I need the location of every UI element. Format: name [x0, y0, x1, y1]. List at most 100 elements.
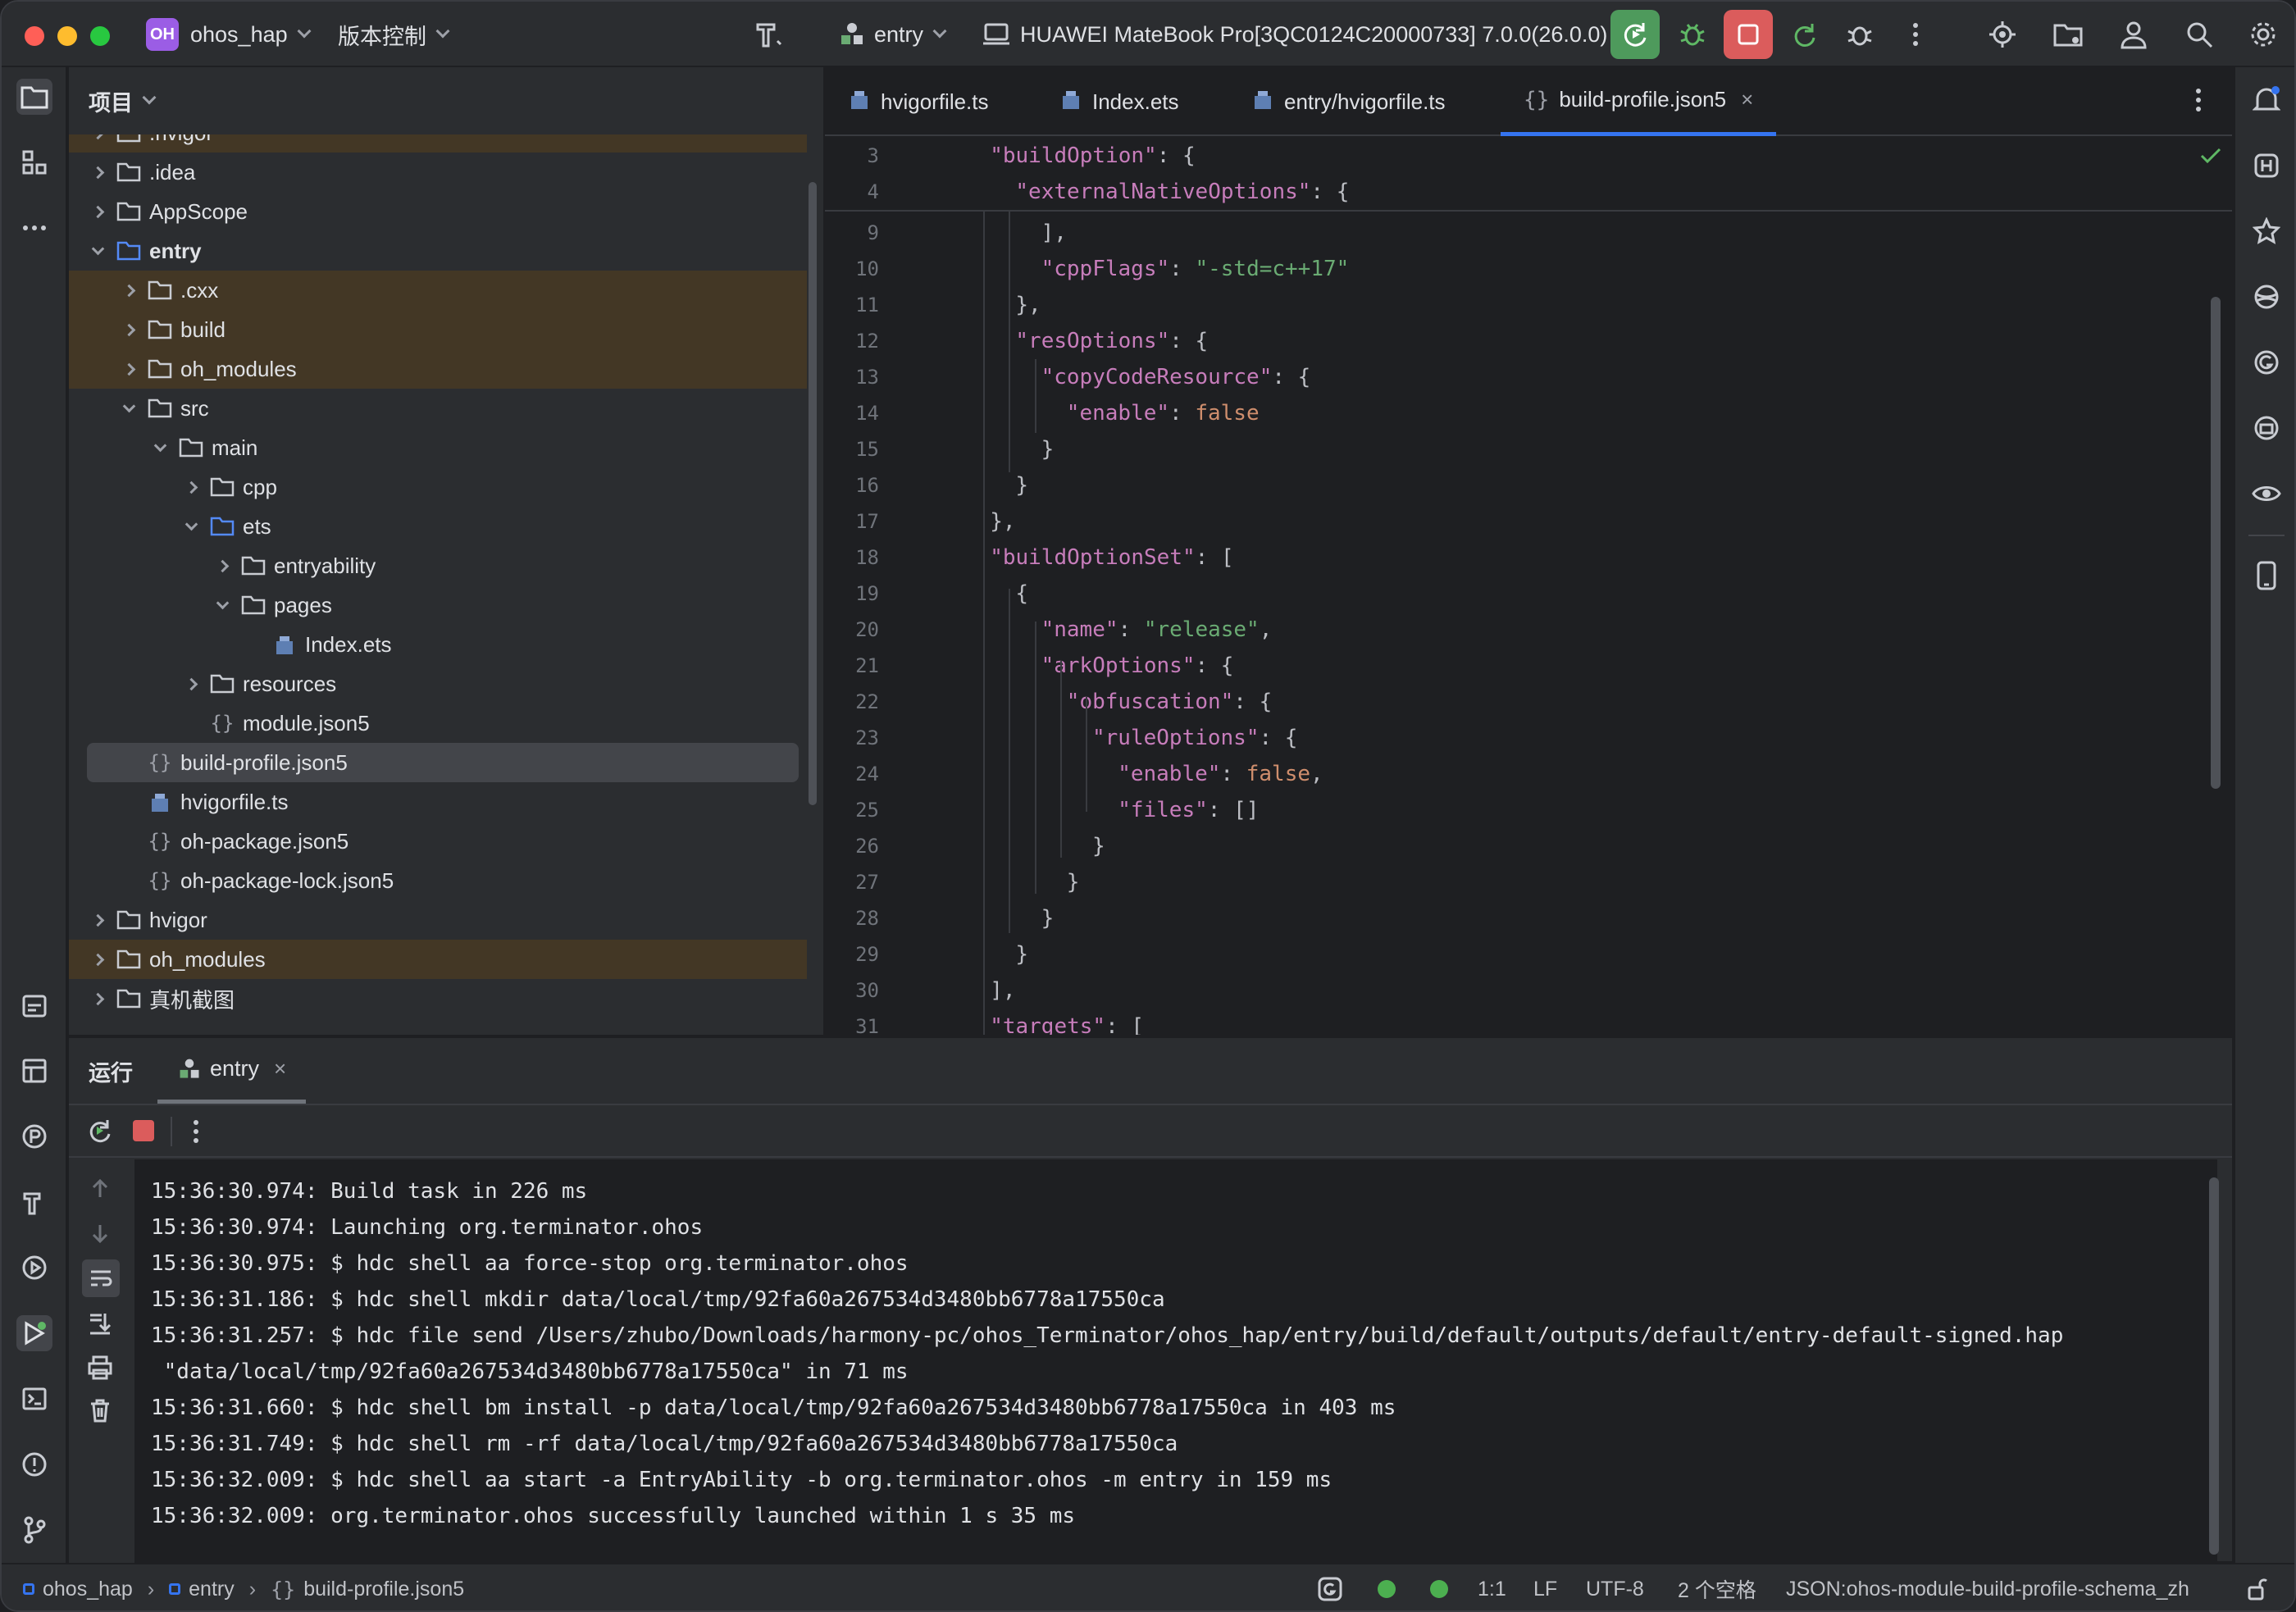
more-tools-button[interactable]	[16, 210, 52, 246]
trash-icon[interactable]	[87, 1397, 113, 1428]
tree-item[interactable]: hvigorfile.ts	[69, 782, 807, 822]
build-tool-button[interactable]	[16, 1184, 52, 1220]
run-config-selector[interactable]: entry	[838, 2, 947, 67]
file-encoding[interactable]: UTF-8	[1586, 1564, 1644, 1610]
chevron-down-icon[interactable]	[182, 517, 200, 535]
tab-index-ets[interactable]: Index.ets	[1059, 67, 1179, 136]
tab-hvigorfile[interactable]: hvigorfile.ts	[848, 67, 989, 136]
search-button[interactable]	[2183, 18, 2216, 51]
status-dot-icon[interactable]	[1378, 1564, 1396, 1610]
run-tool-button[interactable]	[16, 1315, 52, 1351]
tree-item[interactable]: {} module.json5	[69, 704, 807, 743]
chevron-right-icon[interactable]	[89, 990, 107, 1008]
maximize-window-button[interactable]	[90, 26, 110, 46]
scroll-up-icon[interactable]	[87, 1176, 113, 1206]
chevron-right-icon[interactable]	[89, 911, 107, 929]
chevron-right-icon[interactable]	[120, 321, 138, 339]
apply-changes-button[interactable]	[1788, 18, 1820, 51]
codegenie-status-icon[interactable]	[1317, 1564, 1343, 1610]
stop-icon[interactable]	[133, 1120, 154, 1141]
code-area[interactable]: 9], 10 "cppFlags": "-std=c++17" 11}, 12 "resO…	[825, 212, 2232, 1035]
previewer-button[interactable]	[2248, 476, 2285, 512]
tree-item[interactable]: pages	[69, 585, 807, 625]
status-dot-icon[interactable]	[1430, 1564, 1448, 1610]
line-separator[interactable]: LF	[1533, 1564, 1557, 1610]
run-tab-entry[interactable]: entry ×	[157, 1038, 307, 1104]
harmony-assistant-button[interactable]	[2248, 148, 2285, 184]
tree-item[interactable]: hvigor	[69, 900, 807, 940]
breadcrumb-project[interactable]: ohos_hap	[43, 1578, 133, 1601]
tree-item[interactable]: oh_modules	[69, 940, 807, 979]
editor-scrollbar[interactable]	[2211, 297, 2221, 789]
tree-item[interactable]: 真机截图	[69, 979, 807, 1018]
soft-wrap-icon[interactable]	[82, 1259, 120, 1297]
device-mirror-button[interactable]	[2248, 558, 2285, 594]
chevron-right-icon[interactable]	[89, 950, 107, 968]
chevron-down-icon[interactable]	[120, 399, 138, 417]
project-switcher[interactable]: OH ohos_hap	[146, 2, 312, 67]
tree-item[interactable]: cpp	[69, 467, 807, 507]
chevron-down-icon[interactable]	[151, 439, 169, 457]
chevron-right-icon[interactable]	[213, 557, 231, 575]
build-hammer-icon[interactable]	[753, 18, 786, 51]
close-icon[interactable]: ×	[1741, 87, 1753, 112]
json-schema[interactable]: JSON:ohos-module-build-profile-schema_zh	[1786, 1564, 2189, 1610]
tree-item[interactable]: .hvigor	[69, 134, 807, 153]
profiler-tool-button[interactable]	[16, 1118, 52, 1154]
ai-assistant-button[interactable]	[2248, 213, 2285, 249]
gradle-button[interactable]	[2248, 344, 2285, 380]
run-more-button[interactable]	[192, 1118, 200, 1149]
close-window-button[interactable]	[25, 26, 44, 46]
database-button[interactable]	[2248, 279, 2285, 315]
chevron-right-icon[interactable]	[120, 281, 138, 299]
tree-item[interactable]: Index.ets	[69, 625, 807, 664]
chevron-right-icon[interactable]	[182, 478, 200, 496]
tree-item[interactable]: entryability	[69, 546, 807, 585]
cursor-position[interactable]: 1:1	[1478, 1564, 1506, 1610]
attach-debugger-button[interactable]	[1843, 18, 1876, 51]
tree-item[interactable]: src	[69, 389, 807, 428]
project-structure-button[interactable]	[2052, 18, 2084, 51]
more-actions-button[interactable]	[1899, 18, 1932, 51]
project-panel-header[interactable]: 项目	[69, 67, 823, 134]
project-tool-button[interactable]	[16, 79, 52, 115]
tab-build-profile[interactable]: {} build-profile.json5 ×	[1501, 67, 1777, 136]
tab-entry-hvigorfile[interactable]: entry/hvigorfile.ts	[1251, 67, 1446, 136]
tree-scrollbar[interactable]	[809, 182, 817, 805]
tree-item[interactable]: .idea	[69, 153, 807, 192]
breadcrumb-module[interactable]: entry	[189, 1578, 235, 1601]
services-tool-button[interactable]	[16, 1250, 52, 1286]
chevron-right-icon[interactable]	[89, 203, 107, 221]
tree-item[interactable]: oh_modules	[69, 349, 807, 389]
tree-item[interactable]: AppScope	[69, 192, 807, 231]
print-icon[interactable]	[87, 1355, 113, 1385]
chevron-right-icon[interactable]	[89, 134, 107, 142]
scroll-to-end-icon[interactable]	[87, 1310, 113, 1341]
device-selector[interactable]: HUAWEI MateBook Pro[3QC0124C20000733] 7.…	[982, 2, 1631, 67]
tree-item[interactable]: {} oh-package-lock.json5	[69, 861, 807, 900]
close-icon[interactable]: ×	[274, 1056, 286, 1081]
indent-setting[interactable]: 2 个空格	[1678, 1564, 1756, 1610]
tree-item[interactable]: {} oh-package.json5	[69, 822, 807, 861]
rerun-button[interactable]	[1610, 10, 1660, 59]
terminal-tool-button[interactable]	[16, 1381, 52, 1417]
rerun-button[interactable]	[85, 1117, 113, 1149]
codegenie-button[interactable]	[2248, 410, 2285, 446]
tree-item[interactable]: build	[69, 310, 807, 349]
tree-item[interactable]: main	[69, 428, 807, 467]
tab-menu-button[interactable]	[2194, 87, 2203, 117]
chevron-right-icon[interactable]	[182, 675, 200, 693]
device-manager-button[interactable]	[1986, 18, 2019, 51]
console-scrollbar[interactable]	[2209, 1177, 2219, 1555]
git-tool-button[interactable]	[16, 1512, 52, 1548]
unlock-icon[interactable]	[2247, 1564, 2268, 1610]
chevron-down-icon[interactable]	[213, 596, 231, 614]
settings-button[interactable]	[2247, 18, 2280, 51]
breadcrumb-file[interactable]: build-profile.json5	[303, 1578, 464, 1601]
tree-item[interactable]: entry	[69, 231, 807, 271]
chevron-down-icon[interactable]	[89, 242, 107, 260]
problems-tool-button[interactable]	[16, 1446, 52, 1482]
debug-button[interactable]	[1676, 18, 1709, 51]
notifications-button[interactable]	[2248, 82, 2285, 118]
tree-item[interactable]: ets	[69, 507, 807, 546]
